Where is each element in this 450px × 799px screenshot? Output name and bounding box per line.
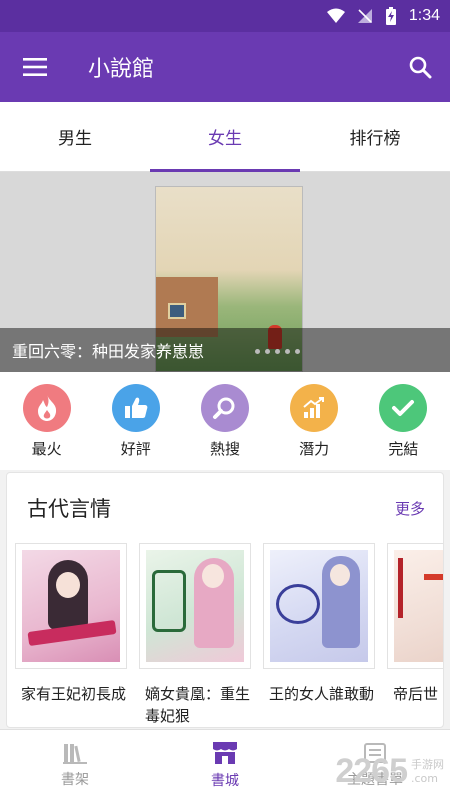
nav-bookstore[interactable]: 書城 [150, 730, 300, 799]
nav-label: 書城 [211, 772, 239, 789]
search-button[interactable] [390, 32, 450, 102]
tab-label: 排行榜 [349, 129, 401, 149]
book-title: 家有王妃初長成 [21, 685, 127, 703]
book-cover [15, 543, 127, 669]
clock: 1:34 [408, 7, 440, 24]
quick-categories: 最火 好評 熱搜 潛力 完結 [0, 372, 450, 470]
tab-male[interactable]: 男生 [0, 102, 150, 171]
status-bar: 1:34 [0, 0, 450, 32]
cover-title-stroke-art [424, 574, 443, 624]
thumbs-up-icon [111, 383, 160, 432]
search-icon [200, 383, 249, 432]
quick-rated[interactable]: 好評 [96, 383, 176, 459]
quick-label: 好評 [120, 439, 151, 458]
quick-potential[interactable]: 潛力 [274, 383, 354, 459]
carousel-dot [265, 349, 270, 354]
cover-art-4 [394, 550, 443, 662]
quick-label: 完結 [388, 439, 419, 458]
book-card[interactable]: 嫡女貴凰：重生毒妃狠 [139, 543, 251, 727]
tab-female[interactable]: 女生 [150, 102, 300, 172]
nav-label: 書架 [61, 771, 89, 788]
book-card[interactable]: 帝后世 [387, 543, 443, 727]
carousel-dot [275, 349, 280, 354]
watermark-art: 2265 [335, 752, 408, 790]
store-icon [213, 741, 237, 764]
section-ancient-romance: 古代言情 更多 家有王妃初長成 嫡女貴凰：重生毒妃狠 王的女人誰敢動 帝后世 [6, 472, 444, 728]
tab-ranking[interactable]: 排行榜 [300, 102, 450, 171]
section-title: 古代言情 [27, 497, 111, 521]
quick-label: 最火 [31, 439, 62, 458]
app-title: 小說館 [88, 57, 155, 82]
book-title: 嫡女貴凰：重生毒妃狠 [145, 685, 251, 725]
watermark-text-art: 手游网 .com [411, 757, 444, 785]
more-link[interactable]: 更多 [395, 498, 425, 519]
section-header: 古代言情 更多 [7, 473, 443, 543]
check-icon [379, 383, 428, 432]
quick-hot[interactable]: 最火 [7, 383, 87, 459]
quick-label: 熱搜 [209, 439, 240, 458]
carousel-dot [285, 349, 290, 354]
cover-art-2 [146, 550, 244, 662]
tab-label: 男生 [58, 129, 92, 149]
tab-label: 女生 [208, 129, 242, 149]
cover-window-art [168, 303, 186, 319]
book-title: 王的女人誰敢動 [269, 685, 375, 703]
menu-button[interactable] [0, 32, 70, 102]
carousel-dot [255, 349, 260, 354]
book-cover [387, 543, 443, 669]
no-signal-icon [357, 9, 372, 23]
carousel-dot [295, 349, 300, 354]
cover-art-3 [270, 550, 368, 662]
quick-trending[interactable]: 熱搜 [185, 383, 265, 459]
carousel-indicator [255, 349, 300, 354]
book-cover [263, 543, 375, 669]
book-cover [139, 543, 251, 669]
battery-charging-icon [385, 7, 396, 25]
category-tabs: 男生 女生 排行榜 [0, 102, 450, 172]
flame-icon [22, 383, 71, 432]
site-watermark-logo: 2265 手游网 .com [335, 752, 444, 791]
cover-title-frame-art [152, 570, 186, 632]
bar-chart-icon [290, 383, 339, 432]
banner-carousel[interactable]: 重回六零：种田发家养崽崽 [0, 172, 450, 372]
book-list: 家有王妃初長成 嫡女貴凰：重生毒妃狠 王的女人誰敢動 帝后世 [7, 543, 443, 727]
cover-face-art [56, 572, 80, 598]
search-icon [409, 56, 432, 79]
book-title: 帝后世 [393, 685, 439, 703]
quick-label: 潛力 [299, 439, 330, 458]
quick-completed[interactable]: 完結 [363, 383, 443, 459]
hamburger-menu-icon [23, 58, 47, 76]
cover-face-art [202, 564, 224, 588]
cover-title-stroke-art [398, 558, 420, 618]
cover-title-ring-art [276, 584, 320, 624]
banner-caption: 重回六零：种田发家养崽崽 [0, 328, 450, 372]
cover-face-art [330, 564, 350, 586]
nav-bookshelf[interactable]: 書架 [0, 730, 150, 799]
cover-art-1 [22, 550, 120, 662]
book-card[interactable]: 家有王妃初長成 [15, 543, 127, 727]
wifi-icon [326, 8, 345, 23]
book-card[interactable]: 王的女人誰敢動 [263, 543, 375, 727]
bookshelf-icon [63, 743, 87, 764]
app-bar: 小說館 [0, 32, 450, 102]
